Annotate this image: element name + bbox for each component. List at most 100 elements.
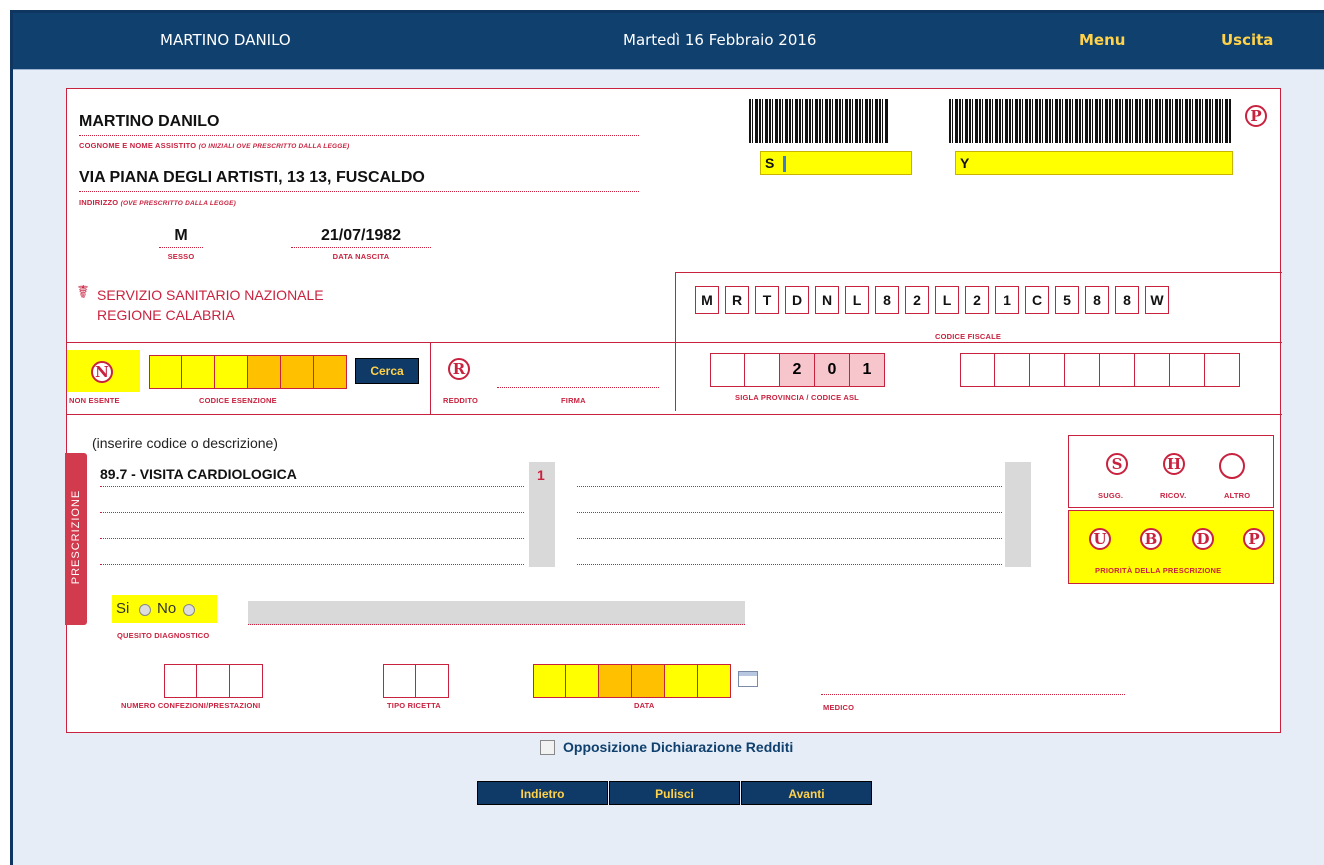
tipo-cell[interactable] bbox=[416, 664, 449, 698]
s-badge-icon[interactable]: S bbox=[1106, 453, 1128, 475]
search-button[interactable]: Cerca bbox=[355, 358, 419, 384]
prescrizione-row-1[interactable]: 89.7 - VISITA CARDIOLOGICA bbox=[100, 466, 524, 487]
tipo-ricetta-input[interactable] bbox=[383, 664, 449, 698]
extra-cell[interactable] bbox=[960, 353, 995, 387]
divider bbox=[675, 272, 1282, 273]
birth-date-caption: DATA NASCITA bbox=[332, 252, 390, 261]
esenzione-cell[interactable] bbox=[215, 355, 248, 389]
patient-sex: M bbox=[159, 227, 203, 248]
clear-button[interactable]: Pulisci bbox=[609, 781, 740, 805]
prescrizione-hint: (inserire codice o descrizione) bbox=[92, 435, 278, 451]
numero-cell[interactable] bbox=[230, 664, 263, 698]
cf-char: C bbox=[1025, 286, 1049, 314]
b-badge-icon[interactable]: B bbox=[1140, 528, 1162, 550]
opposizione-checkbox[interactable] bbox=[540, 740, 555, 755]
prescrizione-row-2[interactable] bbox=[100, 492, 524, 513]
p-badge-icon[interactable]: P bbox=[1245, 105, 1267, 127]
asl-cell[interactable]: 1 bbox=[850, 353, 885, 387]
next-button[interactable]: Avanti bbox=[741, 781, 872, 805]
asl-cell[interactable] bbox=[745, 353, 780, 387]
numero-confezioni-input[interactable] bbox=[164, 664, 263, 698]
asl-cell[interactable]: 2 bbox=[780, 353, 815, 387]
divider bbox=[67, 342, 1282, 343]
codice-esenzione-caption: CODICE ESENZIONE bbox=[199, 396, 277, 405]
data-cell[interactable] bbox=[566, 664, 599, 698]
quesito-caption: QUESITO DIAGNOSTICO bbox=[117, 631, 210, 640]
barcode-y-field[interactable]: Y bbox=[955, 151, 1233, 175]
opposizione-label[interactable]: Opposizione Dichiarazione Redditi bbox=[563, 739, 793, 755]
data-cell[interactable] bbox=[533, 664, 566, 698]
prescrizione-row-3[interactable] bbox=[100, 518, 524, 539]
extra-cell[interactable] bbox=[1100, 353, 1135, 387]
barcode-s-label: S bbox=[765, 155, 775, 171]
tipo-ricetta-caption: TIPO RICETTA bbox=[387, 701, 441, 710]
calendar-icon[interactable] bbox=[738, 671, 758, 687]
extra-cell[interactable] bbox=[1170, 353, 1205, 387]
exit-link[interactable]: Uscita bbox=[1221, 31, 1273, 49]
u-badge-icon[interactable]: U bbox=[1089, 528, 1111, 550]
data-cell[interactable] bbox=[698, 664, 731, 698]
quesito-input[interactable] bbox=[248, 601, 745, 625]
data-input[interactable] bbox=[533, 664, 731, 698]
esenzione-cell[interactable] bbox=[314, 355, 347, 389]
data-cell[interactable] bbox=[632, 664, 665, 698]
note-row-4[interactable] bbox=[577, 544, 1002, 565]
extra-code-cells[interactable] bbox=[960, 353, 1240, 387]
esenzione-cell[interactable] bbox=[281, 355, 314, 389]
d-badge-icon[interactable]: D bbox=[1192, 528, 1214, 550]
sex-caption: SESSO bbox=[167, 252, 195, 261]
back-button[interactable]: Indietro bbox=[477, 781, 608, 805]
right-grey-column bbox=[1005, 462, 1031, 567]
barcode-y bbox=[949, 99, 1232, 143]
extra-cell[interactable] bbox=[995, 353, 1030, 387]
cf-char: T bbox=[755, 286, 779, 314]
extra-cell[interactable] bbox=[1205, 353, 1240, 387]
priority-caption: PRIORITÀ DELLA PRESCRIZIONE bbox=[1095, 566, 1222, 575]
numero-cell[interactable] bbox=[197, 664, 230, 698]
si-radio[interactable] bbox=[139, 604, 151, 616]
numero-cell[interactable] bbox=[164, 664, 197, 698]
data-cell[interactable] bbox=[665, 664, 698, 698]
extra-cell[interactable] bbox=[1030, 353, 1065, 387]
asl-cells[interactable]: 2 0 1 bbox=[710, 353, 885, 387]
p-priority-badge-icon[interactable]: P bbox=[1243, 528, 1265, 550]
note-row-2[interactable] bbox=[577, 492, 1002, 513]
medico-line bbox=[821, 694, 1125, 695]
esenzione-cell[interactable] bbox=[182, 355, 215, 389]
n-badge-icon[interactable]: N bbox=[91, 361, 113, 383]
menu-link[interactable]: Menu bbox=[1079, 31, 1125, 49]
no-label: No bbox=[157, 600, 177, 617]
prescrizione-tab: PRESCRIZIONE bbox=[65, 453, 87, 625]
esenzione-cell[interactable] bbox=[248, 355, 281, 389]
cf-char: L bbox=[845, 286, 869, 314]
asl-cell[interactable] bbox=[710, 353, 745, 387]
note-row-1[interactable] bbox=[577, 466, 1002, 487]
codice-fiscale-cells: M R T D N L 8 2 L 2 1 C 5 8 8 W bbox=[695, 286, 1175, 314]
prescrizione-row-4[interactable] bbox=[100, 544, 524, 565]
tipo-cell[interactable] bbox=[383, 664, 416, 698]
asl-cell[interactable]: 0 bbox=[815, 353, 850, 387]
h-badge-icon[interactable]: H bbox=[1163, 453, 1185, 475]
asl-caption: SIGLA PROVINCIA / CODICE ASL bbox=[735, 393, 859, 402]
header-date: Martedì 16 Febbraio 2016 bbox=[623, 31, 817, 49]
barcode-s-field[interactable]: S bbox=[760, 151, 912, 175]
altro-badge-icon[interactable] bbox=[1219, 453, 1245, 479]
cf-char: R bbox=[725, 286, 749, 314]
caduceus-icon: ☤ bbox=[77, 282, 90, 302]
extra-cell[interactable] bbox=[1065, 353, 1100, 387]
cf-char: W bbox=[1145, 286, 1169, 314]
data-cell[interactable] bbox=[599, 664, 632, 698]
numero-caption: NUMERO CONFEZIONI/PRESTAZIONI bbox=[121, 701, 261, 710]
esenzione-cell[interactable] bbox=[149, 355, 182, 389]
codice-esenzione-input[interactable] bbox=[149, 355, 347, 389]
cf-char: 8 bbox=[1115, 286, 1139, 314]
si-label: Si bbox=[116, 600, 130, 617]
ssn-text: SERVIZIO SANITARIO NAZIONALE REGIONE CAL… bbox=[97, 285, 324, 325]
cf-char: 8 bbox=[875, 286, 899, 314]
extra-cell[interactable] bbox=[1135, 353, 1170, 387]
no-radio[interactable] bbox=[183, 604, 195, 616]
ssn-line-2: REGIONE CALABRIA bbox=[97, 307, 235, 323]
r-badge-icon[interactable]: R bbox=[448, 358, 470, 380]
note-row-3[interactable] bbox=[577, 518, 1002, 539]
data-caption: DATA bbox=[634, 701, 655, 710]
